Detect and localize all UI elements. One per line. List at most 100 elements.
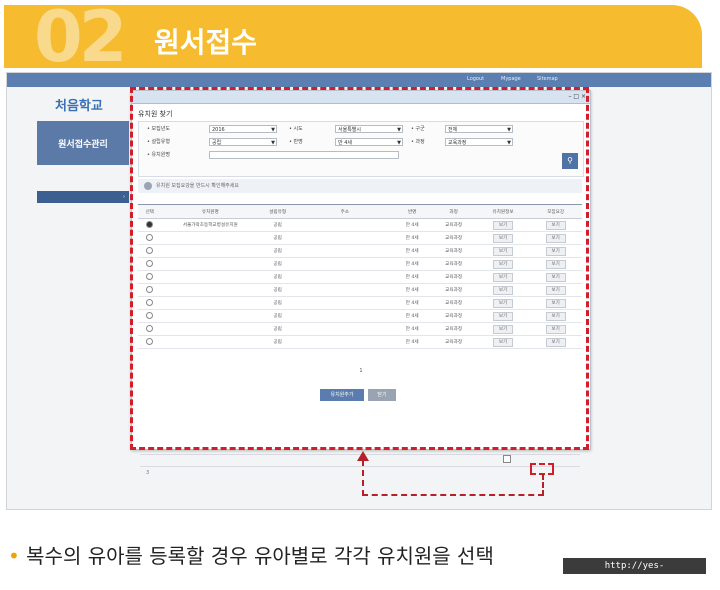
kindergarten-address — [295, 231, 394, 245]
view-info-button[interactable]: 보기 — [493, 259, 514, 269]
select-radio[interactable] — [146, 259, 154, 267]
view-info-button[interactable]: 보기 — [493, 298, 514, 308]
view-info-button[interactable]: 보기 — [493, 233, 514, 243]
course-name: 교육과정 — [430, 244, 477, 258]
view-info-button[interactable]: 보기 — [493, 324, 514, 334]
select-radio[interactable] — [146, 298, 154, 306]
table-row[interactable]: 공립 만 4세 교육과정 보기 보기 — [138, 322, 582, 336]
sidebar-item-1[interactable] — [37, 173, 129, 185]
kindergarten-type: 공립 — [259, 296, 296, 310]
chevron-down-icon: ▼ — [397, 140, 401, 146]
gugun-select[interactable]: 전체 ▼ — [445, 125, 513, 133]
search-button[interactable]: ⚲ — [562, 153, 578, 169]
select-cell — [138, 270, 162, 284]
view-info-button[interactable]: 보기 — [493, 311, 514, 321]
sidebar-item-3[interactable] — [37, 209, 129, 221]
col-class: 반명 — [393, 204, 431, 219]
course-name: 교육과정 — [430, 257, 477, 271]
topnav-sitemap[interactable]: Sitemap — [537, 76, 558, 82]
view-guide-button[interactable]: 보기 — [545, 259, 566, 269]
arrow-up-icon — [357, 451, 369, 461]
type-select[interactable]: 공립 ▼ — [209, 138, 277, 146]
select-radio[interactable] — [146, 233, 154, 241]
select-radio[interactable] — [146, 337, 154, 345]
view-guide-button[interactable]: 보기 — [545, 246, 566, 256]
select-radio[interactable] — [146, 220, 154, 228]
add-kindergarten-button[interactable]: 유치원추가 — [320, 389, 364, 401]
table-row[interactable]: 서울가락초등학교병설유치원 공립 만 4세 교육과정 보기 보기 — [138, 218, 582, 232]
view-info-button[interactable]: 보기 — [493, 285, 514, 295]
kindergarten-address — [295, 244, 394, 258]
view-guide-button[interactable]: 보기 — [545, 220, 566, 230]
kindergarten-type: 공립 — [259, 322, 296, 336]
table-row[interactable]: 공립 만 4세 교육과정 보기 보기 — [138, 257, 582, 271]
chevron-down-icon: ▼ — [271, 140, 275, 146]
select-cell — [138, 218, 162, 232]
kindergarten-name — [161, 270, 260, 284]
select-radio[interactable] — [146, 272, 154, 280]
view-info-button[interactable]: 보기 — [493, 246, 514, 256]
topnav-logout[interactable]: Logout — [467, 76, 484, 82]
view-info-button[interactable]: 보기 — [493, 272, 514, 282]
sido-select[interactable]: 서울특별시 ▼ — [335, 125, 403, 133]
section-title: 원서접수 — [154, 26, 258, 59]
info-cell: 보기 — [476, 231, 530, 245]
course-name: 교육과정 — [430, 322, 477, 336]
sidebar-item-2[interactable]: › — [37, 191, 129, 203]
info-cell: 보기 — [476, 335, 530, 349]
view-guide-button[interactable]: 보기 — [545, 233, 566, 243]
row-checkbox[interactable] — [503, 455, 511, 463]
kindergarten-type: 공립 — [259, 309, 296, 323]
kindergarten-address — [295, 270, 394, 284]
view-guide-button[interactable]: 보기 — [545, 324, 566, 334]
view-info-button[interactable]: 보기 — [493, 337, 514, 347]
caption: • 복수의 유아를 등록할 경우 유아별로 각각 유치원을 선택 — [8, 540, 494, 569]
view-info-button[interactable]: 보기 — [493, 220, 514, 230]
close-button[interactable]: 닫기 — [368, 389, 396, 401]
results-table: 선택 유치원명 설립유형 주소 반명 과정 유치원정보 모집요강 서울가락초등학… — [138, 204, 582, 349]
guide-cell: 보기 — [529, 218, 582, 232]
course-name: 교육과정 — [430, 296, 477, 310]
connector-line — [362, 494, 544, 496]
table-row[interactable]: 공립 만 4세 교육과정 보기 보기 — [138, 244, 582, 258]
view-guide-button[interactable]: 보기 — [545, 298, 566, 308]
topnav-mypage[interactable]: Mypage — [501, 76, 521, 82]
table-row[interactable]: 공립 만 4세 교육과정 보기 보기 — [138, 309, 582, 323]
pagination[interactable]: 1 — [132, 368, 590, 374]
site-logo[interactable]: 처음학교 — [55, 95, 103, 114]
view-guide-button[interactable]: 보기 — [545, 311, 566, 321]
col-guide: 모집요강 — [529, 204, 582, 219]
select-radio[interactable] — [146, 285, 154, 293]
select-radio[interactable] — [146, 246, 154, 254]
course-select[interactable]: 교육과정 ▼ — [445, 138, 513, 146]
class-name: 만 4세 — [393, 231, 431, 245]
caption-text: 복수의 유아를 등록할 경우 유아별로 각각 유치원을 선택 — [26, 544, 494, 568]
table-row[interactable]: 공립 만 4세 교육과정 보기 보기 — [138, 335, 582, 349]
table-row[interactable]: 공립 만 4세 교육과정 보기 보기 — [138, 296, 582, 310]
filter-label-name: • 유치원명 — [147, 152, 170, 158]
table-row[interactable]: 공립 만 4세 교육과정 보기 보기 — [138, 270, 582, 284]
view-guide-button[interactable]: 보기 — [545, 285, 566, 295]
section-banner: 02 원서접수 — [4, 1, 702, 73]
select-radio[interactable] — [146, 324, 154, 332]
year-select[interactable]: 2016 ▼ — [209, 125, 277, 133]
guide-cell: 보기 — [529, 244, 582, 258]
select-cell — [138, 283, 162, 297]
guide-cell: 보기 — [529, 257, 582, 271]
table-row[interactable]: 공립 만 4세 교육과정 보기 보기 — [138, 231, 582, 245]
select-radio[interactable] — [146, 311, 154, 319]
view-guide-button[interactable]: 보기 — [545, 272, 566, 282]
view-guide-button[interactable]: 보기 — [545, 337, 566, 347]
chevron-down-icon: ▼ — [397, 127, 401, 133]
select-cell — [138, 322, 162, 336]
col-course: 과정 — [430, 204, 477, 219]
bullet: • — [8, 544, 20, 568]
connector-line — [362, 460, 364, 496]
chevron-right-icon: › — [123, 194, 125, 200]
window-controls[interactable]: – □ × — [568, 93, 586, 100]
kindergarten-name-input[interactable] — [209, 151, 399, 159]
course-name: 교육과정 — [430, 218, 477, 232]
guide-cell: 보기 — [529, 270, 582, 284]
table-row[interactable]: 공립 만 4세 교육과정 보기 보기 — [138, 283, 582, 297]
class-select[interactable]: 만 4세 ▼ — [335, 138, 403, 146]
